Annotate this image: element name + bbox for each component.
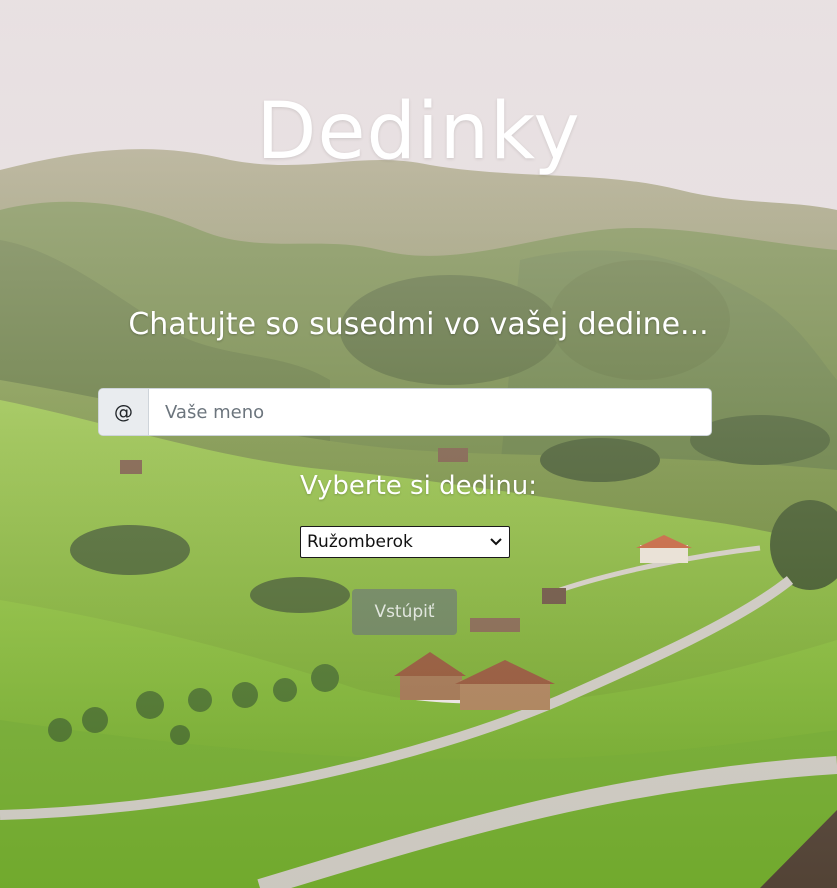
name-input[interactable] [149,389,711,435]
village-select-label: Vyberte si dedinu: [299,471,538,501]
village-select[interactable]: Ružomberok [300,526,510,558]
page-title: Dedinky [256,87,581,177]
chevron-down-icon [489,535,503,549]
village-select-value: Ružomberok [307,532,413,552]
enter-button[interactable]: Vstúpiť [352,589,457,635]
at-sign-prefix: @ [99,389,149,435]
tagline: Chatujte so susedmi vo vašej dedine... [128,307,709,342]
name-input-group: @ [98,388,712,436]
